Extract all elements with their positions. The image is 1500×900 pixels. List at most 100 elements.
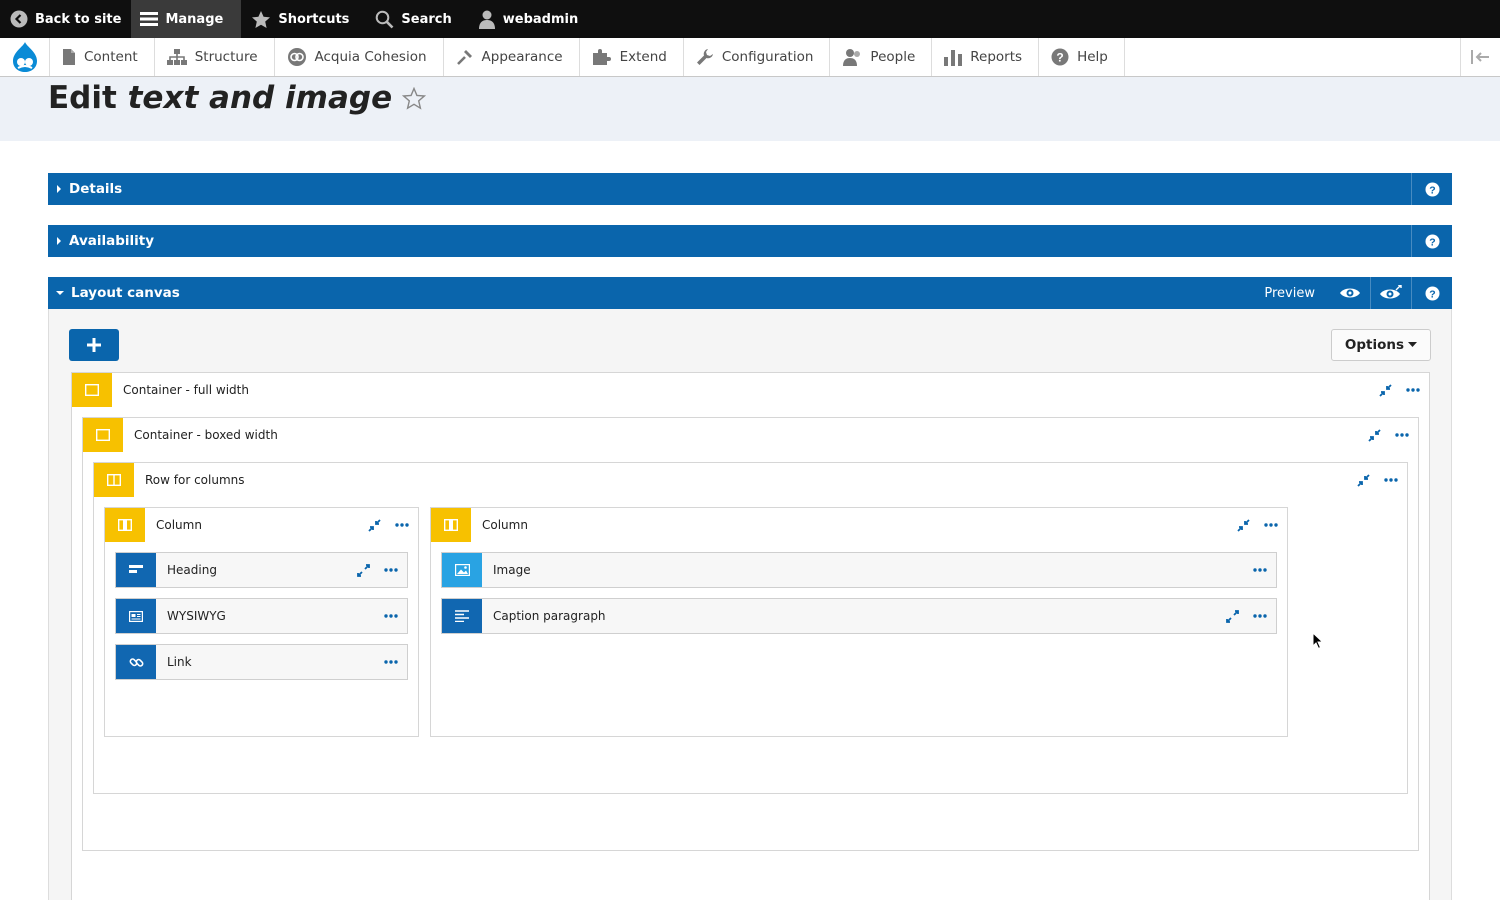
tray-acquia-cohesion-label: Acquia Cohesion (314, 49, 427, 65)
more-options-button[interactable] (1394, 427, 1410, 443)
tray-reports[interactable]: Reports (932, 38, 1040, 76)
image-label: Image (493, 563, 531, 577)
svg-text:?: ? (1429, 184, 1435, 196)
tray-appearance-label: Appearance (481, 49, 563, 65)
collapse-icon (1356, 473, 1370, 487)
more-options-button[interactable] (383, 562, 399, 578)
more-options-button[interactable] (383, 654, 399, 670)
link-component[interactable]: Link (115, 644, 408, 680)
collapse-button[interactable] (1366, 427, 1382, 443)
ellipsis-icon (1253, 568, 1267, 572)
row-icon (94, 463, 134, 497)
layout-canvas-section[interactable]: Layout canvas Preview ? (48, 277, 1452, 309)
user-tab[interactable]: webadmin (462, 0, 588, 38)
caption-paragraph-label: Caption paragraph (493, 609, 606, 623)
manage-tab[interactable]: Manage (131, 0, 242, 38)
tray-configuration[interactable]: Configuration (684, 38, 831, 76)
tray-configuration-label: Configuration (721, 49, 814, 65)
wysiwyg-icon (116, 599, 156, 633)
caret-right-icon (57, 237, 61, 245)
tray-people[interactable]: People (830, 38, 933, 76)
help-icon: ? (1425, 286, 1439, 300)
tray-acquia-cohesion[interactable]: Acquia Cohesion (275, 38, 444, 76)
more-options-button[interactable] (1263, 517, 1279, 533)
search-tab[interactable]: Search (359, 0, 461, 38)
tray-reports-label: Reports (970, 49, 1023, 65)
tray-help[interactable]: ? Help (1039, 38, 1125, 76)
availability-section[interactable]: Availability ? (48, 225, 1452, 257)
wysiwyg-label: WYSIWYG (167, 609, 226, 623)
admin-tray: Content Structure Acquia Cohesion Appear… (0, 38, 1500, 77)
cohesion-icon (287, 48, 306, 66)
svg-text:?: ? (1429, 236, 1435, 248)
more-options-button[interactable] (394, 517, 410, 533)
tray-extend[interactable]: Extend (580, 38, 684, 76)
tray-extend-label: Extend (619, 49, 667, 65)
admin-toolbar: Back to site Manage Shortcuts Search web… (0, 0, 1500, 38)
collapse-button[interactable] (366, 517, 382, 533)
paint-brush-icon (456, 50, 472, 65)
options-label: Options (1344, 337, 1405, 353)
caption-paragraph-component[interactable]: Caption paragraph (441, 598, 1277, 634)
options-dropdown[interactable]: Options (1331, 329, 1431, 361)
caret-down-icon (56, 291, 64, 295)
back-to-site-link[interactable]: Back to site (0, 0, 131, 38)
details-section[interactable]: Details ? (48, 173, 1452, 205)
tray-appearance[interactable]: Appearance (444, 38, 580, 76)
container-full-width-label: Container - full width (123, 383, 249, 397)
user-icon (478, 10, 495, 29)
tray-structure-label: Structure (194, 49, 258, 65)
container-icon (83, 418, 123, 452)
details-help-button[interactable]: ? (1411, 173, 1452, 205)
tray-help-label: Help (1077, 49, 1108, 65)
tray-structure[interactable]: Structure (155, 38, 275, 76)
collapse-button[interactable] (1377, 382, 1393, 398)
sitemap-icon (166, 49, 187, 65)
more-options-button[interactable] (383, 608, 399, 624)
more-options-button[interactable] (1252, 608, 1268, 624)
wysiwyg-component[interactable]: WYSIWYG (115, 598, 408, 634)
svg-text:?: ? (1429, 288, 1435, 300)
details-label: Details (69, 181, 123, 197)
column-right-label: Column (482, 518, 528, 532)
availability-help-button[interactable]: ? (1411, 225, 1452, 257)
bar-chart-icon (944, 50, 963, 66)
drupal-logo[interactable] (0, 38, 50, 76)
ellipsis-icon (1253, 614, 1267, 618)
layout-canvas-help-button[interactable]: ? (1411, 277, 1452, 309)
more-options-button[interactable] (1252, 562, 1268, 578)
mouse-cursor-icon (1312, 632, 1324, 650)
eye-icon (1339, 288, 1360, 298)
preview-new-window-button[interactable] (1370, 277, 1411, 309)
search-label: Search (401, 11, 452, 27)
expand-button[interactable] (355, 562, 371, 578)
tray-orientation-toggle[interactable] (1460, 38, 1500, 76)
expand-icon (1225, 609, 1239, 623)
back-to-site-label: Back to site (35, 11, 122, 27)
page-title-italic: text and image (127, 80, 393, 116)
collapse-button[interactable] (1235, 517, 1251, 533)
column-icon (431, 508, 471, 542)
heading-icon (116, 553, 156, 587)
availability-label: Availability (69, 233, 155, 249)
collapse-button[interactable] (1355, 472, 1371, 488)
tray-content[interactable]: Content (50, 38, 155, 76)
image-component[interactable]: Image (441, 552, 1277, 588)
image-icon (442, 553, 482, 587)
manage-label: Manage (165, 11, 224, 27)
expand-button[interactable] (1224, 608, 1240, 624)
shortcut-star-icon[interactable] (402, 86, 427, 110)
more-options-button[interactable] (1383, 472, 1399, 488)
more-options-button[interactable] (1405, 382, 1421, 398)
star-icon (252, 10, 271, 28)
search-icon (376, 10, 394, 28)
puzzle-icon (592, 49, 611, 65)
paragraph-icon (442, 599, 482, 633)
shortcuts-tab[interactable]: Shortcuts (241, 0, 359, 38)
ellipsis-icon (395, 523, 409, 527)
heading-component[interactable]: Heading (115, 552, 408, 588)
add-element-button[interactable] (69, 329, 119, 361)
ellipsis-icon (1406, 388, 1420, 392)
ellipsis-icon (384, 660, 398, 664)
preview-button[interactable] (1329, 277, 1370, 309)
